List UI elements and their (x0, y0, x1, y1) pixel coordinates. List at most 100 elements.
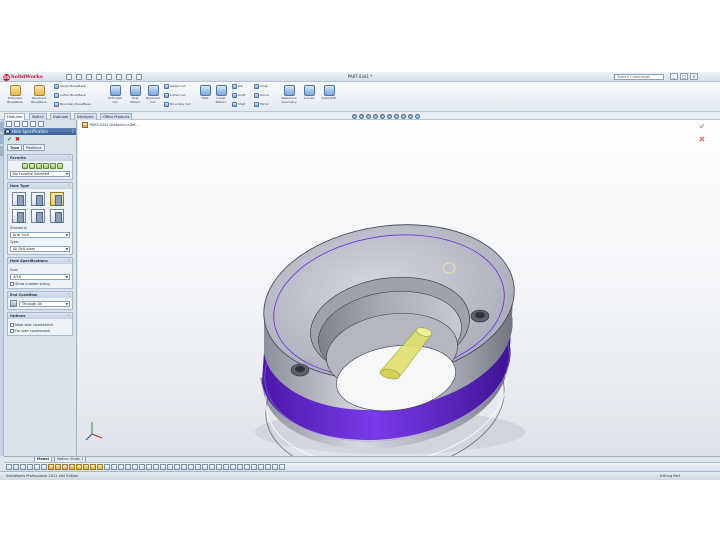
tool-icon-20[interactable] (139, 464, 145, 470)
tool-icon-32[interactable] (223, 464, 229, 470)
tab-sketch[interactable]: Sketch (29, 113, 47, 120)
apply-scene-icon[interactable] (408, 114, 413, 119)
strip-tab-1[interactable] (0, 122, 3, 132)
apply-defaults-icon[interactable] (22, 163, 28, 169)
tapped-hole-icon[interactable] (12, 209, 26, 223)
tool-icon-27[interactable] (188, 464, 194, 470)
boundary-boss-button[interactable]: Boundary Boss/Base (54, 101, 91, 107)
fillet-button[interactable]: Fillet (198, 85, 212, 111)
zoom-to-fit-icon[interactable] (352, 114, 357, 119)
revolved-cut-button[interactable]: Revolved Cut (142, 85, 164, 111)
update-favorite-icon[interactable] (36, 163, 42, 169)
end-condition-heading[interactable]: End Condition ⌃ (8, 292, 72, 298)
countersink-hole-icon[interactable] (31, 192, 45, 206)
tool-icon-4[interactable] (27, 464, 33, 470)
tool-icon-26[interactable] (181, 464, 187, 470)
tool-icon-12[interactable] (83, 464, 89, 470)
swept-cut-button[interactable]: Swept Cut (164, 83, 185, 89)
configuration-manager-tab-icon[interactable] (22, 121, 28, 127)
revolved-boss-button[interactable]: Revolved Boss/Base (28, 85, 50, 111)
tab-dimxpert[interactable]: DimXpert (74, 113, 97, 120)
part-model[interactable] (78, 120, 720, 456)
simple-hole-icon[interactable] (50, 192, 64, 206)
tool-icon-29[interactable] (202, 464, 208, 470)
rib-button[interactable]: Rib (232, 83, 243, 89)
tool-icon-5[interactable] (34, 464, 40, 470)
tool-icon-40[interactable] (279, 464, 285, 470)
tool-icon-2[interactable] (13, 464, 19, 470)
dome-button[interactable]: Dome (254, 92, 269, 98)
tool-icon-22[interactable] (153, 464, 159, 470)
far-side-countersink-checkbox[interactable]: Far side countersink (10, 329, 70, 333)
custom-sizing-checkbox[interactable]: Show custom sizing (10, 282, 70, 286)
end-condition-select[interactable]: Through All ▼ (19, 300, 70, 307)
tool-icon-30[interactable] (209, 464, 215, 470)
tool-icon-33[interactable] (230, 464, 236, 470)
lofted-boss-button[interactable]: Lofted Boss/Base (54, 92, 86, 98)
standard-select[interactable]: Ansi Inch ▼ (10, 232, 70, 238)
tool-icon-16[interactable] (111, 464, 117, 470)
tool-icon-9[interactable] (62, 464, 68, 470)
tool-icon-1[interactable] (6, 464, 12, 470)
tool-icon-19[interactable] (132, 464, 138, 470)
tool-icon-37[interactable] (258, 464, 264, 470)
near-side-countersink-checkbox[interactable]: Near side countersink (10, 323, 70, 327)
boundary-cut-button[interactable]: Boundary Cut (164, 101, 191, 107)
edit-appearance-icon[interactable] (401, 114, 406, 119)
swept-boss-button[interactable]: Swept Boss/Base (54, 83, 86, 89)
tab-features[interactable]: Features (4, 113, 26, 120)
display-style-icon[interactable] (387, 114, 392, 119)
linear-pattern-button[interactable]: Linear Pattern (212, 85, 230, 111)
section-view-icon[interactable] (373, 114, 378, 119)
favorite-heading[interactable]: Favorite ⌃ (8, 155, 72, 161)
curves-button[interactable]: Curves (298, 85, 320, 111)
display-manager-tab-icon[interactable] (38, 121, 44, 127)
strip-tab-3[interactable] (0, 146, 3, 156)
favorite-select[interactable]: No Favorite Selected ▼ (10, 171, 70, 177)
tool-icon-21[interactable] (146, 464, 152, 470)
tool-icon-23[interactable] (160, 464, 166, 470)
tool-icon-8[interactable] (55, 464, 61, 470)
feature-tree-flyout[interactable]: PART-0341 (Default<<Def... (82, 122, 139, 128)
instant3d-button[interactable]: Instant3D (318, 85, 340, 111)
tool-icon-3[interactable] (20, 464, 26, 470)
tool-icon-39[interactable] (272, 464, 278, 470)
dimxpert-manager-tab-icon[interactable] (30, 121, 36, 127)
extruded-boss-button[interactable]: Extruded Boss/Base (4, 85, 26, 111)
draft-button[interactable]: Draft (232, 92, 246, 98)
tool-icon-10[interactable] (69, 464, 75, 470)
pipe-tap-hole-icon[interactable] (31, 209, 45, 223)
confirm-cancel-icon[interactable]: ✖ (694, 135, 710, 144)
help-icon[interactable]: ? (72, 128, 74, 135)
tool-icon-6[interactable] (41, 464, 47, 470)
options-heading[interactable]: Options ⌃ (8, 313, 72, 319)
ok-button[interactable]: ✔ (7, 136, 12, 143)
tool-icon-36[interactable] (251, 464, 257, 470)
tool-icon-11[interactable] (76, 464, 82, 470)
tool-icon-13[interactable] (90, 464, 96, 470)
tab-type[interactable]: Type (7, 144, 23, 151)
feature-manager-tab-icon[interactable] (6, 121, 12, 127)
tool-icon-18[interactable] (125, 464, 131, 470)
mirror-button[interactable]: Mirror (254, 101, 269, 107)
reverse-direction-icon[interactable] (10, 300, 17, 307)
add-favorite-icon[interactable] (29, 163, 35, 169)
tool-icon-17[interactable] (118, 464, 124, 470)
load-favorite-icon[interactable] (57, 163, 63, 169)
tool-icon-31[interactable] (216, 464, 222, 470)
confirm-ok-icon[interactable]: ✔ (694, 122, 710, 131)
save-favorite-icon[interactable] (50, 163, 56, 169)
property-manager-tab-icon[interactable] (14, 121, 20, 127)
strip-tab-2[interactable] (0, 134, 3, 144)
lofted-cut-button[interactable]: Lofted Cut (164, 92, 186, 98)
tab-evaluate[interactable]: Evaluate (50, 113, 72, 120)
cancel-button[interactable]: ✖ (15, 136, 20, 143)
view-orientation-icon[interactable] (380, 114, 385, 119)
counterbore-hole-icon[interactable] (12, 192, 26, 206)
tool-icon-38[interactable] (265, 464, 271, 470)
tool-icon-35[interactable] (244, 464, 250, 470)
maximize-button[interactable]: □ (680, 73, 688, 80)
shell-button[interactable]: Shell (232, 101, 245, 107)
hole-specifications-heading[interactable]: Hole Specifications ⌃ (8, 258, 72, 264)
tool-icon-14[interactable] (97, 464, 103, 470)
